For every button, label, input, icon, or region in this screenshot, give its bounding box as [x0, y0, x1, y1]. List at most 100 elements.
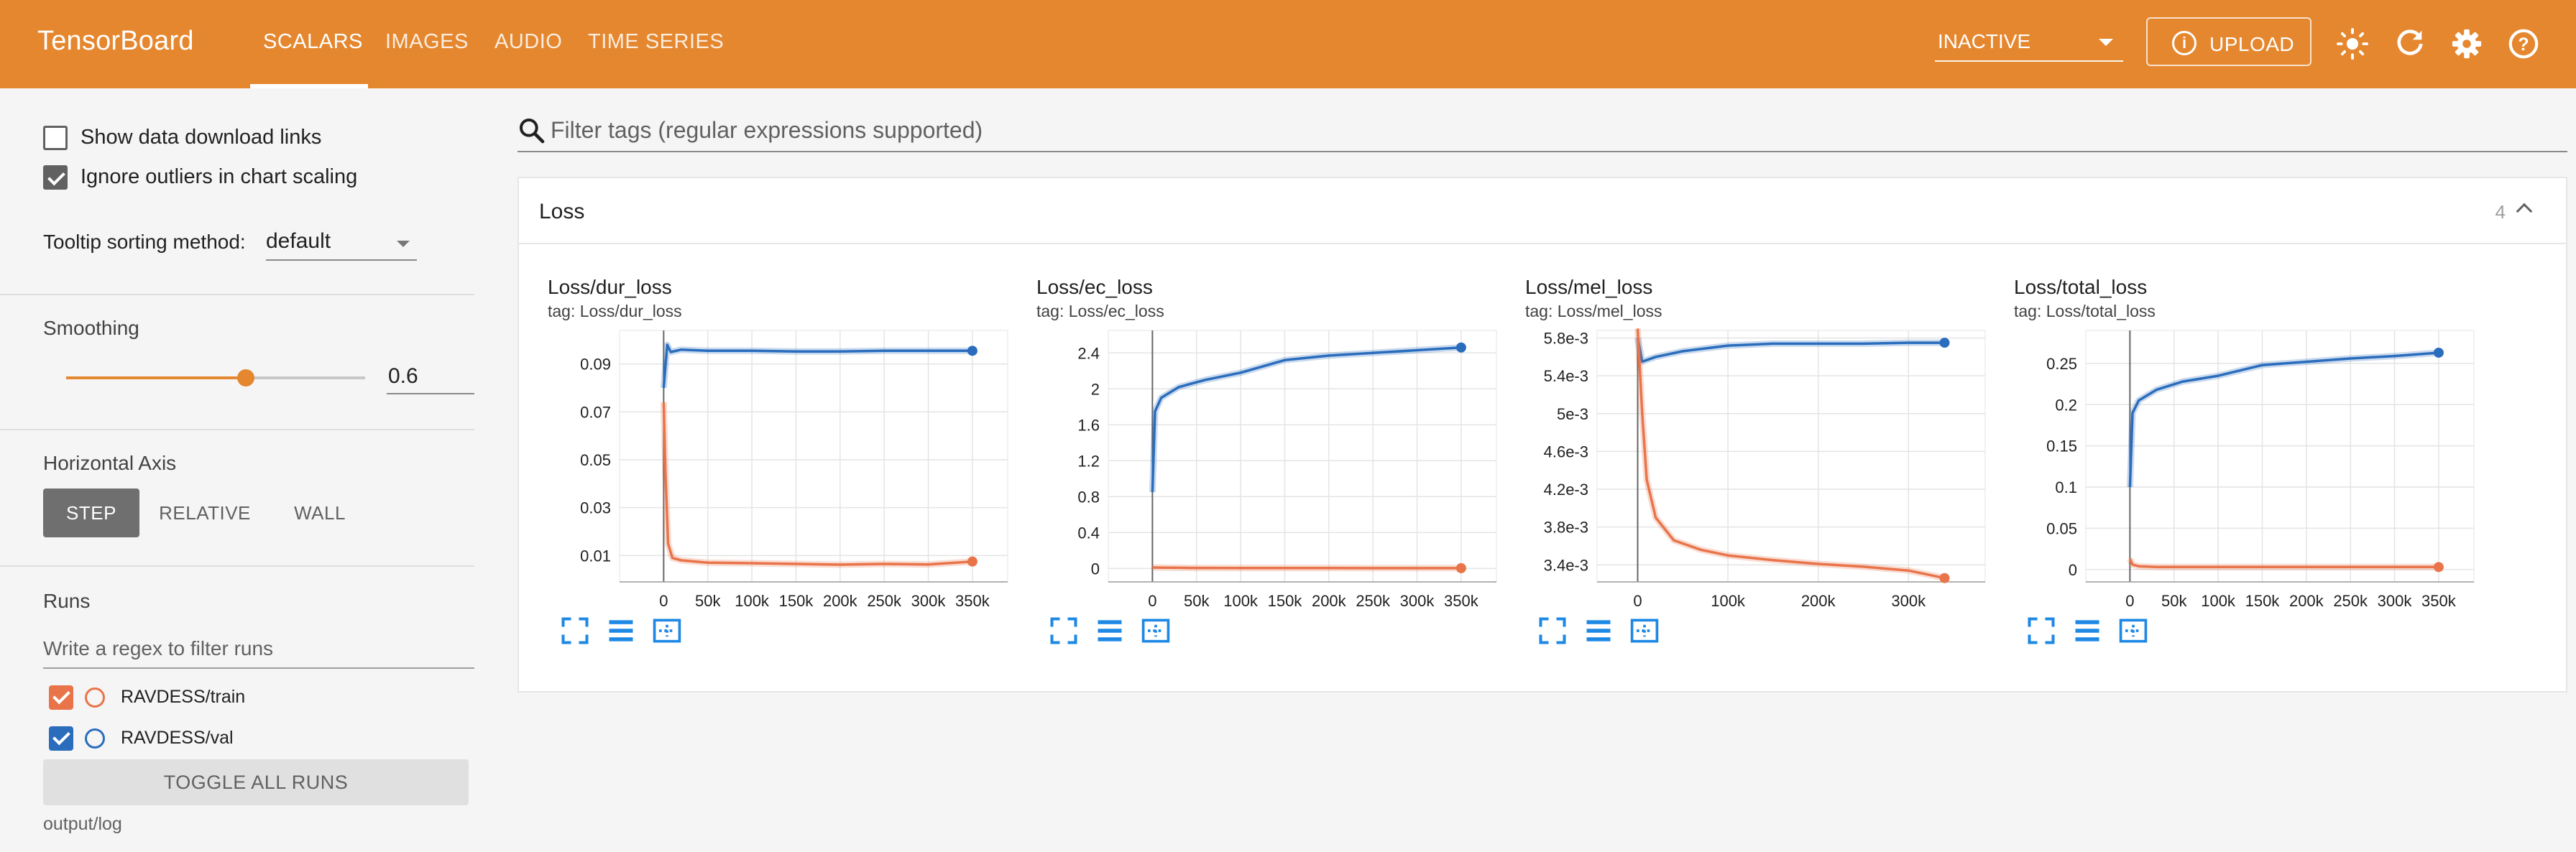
plot-area [1596, 330, 1986, 583]
smoothing-slider-thumb[interactable] [236, 369, 254, 386]
fullscreen-icon[interactable] [1048, 615, 1080, 647]
toggle-all-runs-button[interactable]: TOGGLE ALL RUNS [43, 759, 469, 805]
x-tick-label: 0 [659, 592, 668, 610]
tooltip-sorting-label: Tooltip sorting method: [43, 231, 246, 253]
axis-step-button[interactable]: STEP [43, 488, 139, 537]
fullscreen-icon[interactable] [559, 615, 591, 647]
chart-tag: tag: Loss/ec_loss [1036, 302, 1164, 320]
chart-title: Loss/ec_loss [1036, 276, 1153, 298]
tooltip-sorting-select[interactable]: default [266, 225, 417, 261]
chevron-down-icon [2099, 39, 2113, 46]
chart-plot-mel-loss[interactable]: 0 100k 200k 300k 3.4e-3 3.8e-3 4.2e-3 4.6e-3 5e-… [1525, 328, 2000, 616]
series-end-point [967, 346, 978, 356]
chart-tag: tag: Loss/total_loss [2014, 302, 2156, 320]
chart-card-dur-loss: Loss/dur_loss tag: Loss/dur_loss 0 50k 100… [548, 272, 1022, 674]
x-tick-label: 350k [1444, 592, 1479, 610]
plot-area [1108, 330, 1497, 583]
fit-domain-icon[interactable] [1629, 615, 1660, 647]
divider [0, 429, 474, 430]
ignore-outliers-checkbox[interactable] [43, 165, 68, 190]
chart-card-total-loss: Loss/total_loss tag: Loss/total_loss 0 50… [2014, 272, 2488, 674]
y-tick-label: 0.07 [580, 403, 611, 421]
toggle-log-scale-icon[interactable] [605, 615, 637, 647]
run-checkbox-val[interactable] [49, 726, 73, 751]
y-tick-label: 0.25 [2046, 355, 2077, 373]
refresh-icon[interactable] [2393, 27, 2426, 60]
chart-plot-total-loss[interactable]: 0 50k 100k 150k 200k 250k 300k 350k 0 0.05 0.1 0.15… [2014, 329, 2488, 616]
info-icon: i [2172, 31, 2196, 55]
chart-plot-ec-loss[interactable]: 0 50k 100k 150k 200k 250k 300k 350k 0 0.4 0.8 1.2 1.… [1036, 329, 1511, 616]
run-color-circle-train[interactable] [85, 687, 105, 708]
chart-tag: tag: Loss/dur_loss [548, 302, 682, 320]
sidebar: Show data download links Ignore outliers… [0, 88, 487, 852]
fit-domain-icon[interactable] [2117, 615, 2149, 647]
chart-tag: tag: Loss/mel_loss [1525, 302, 1662, 320]
y-tick-label: 0.8 [1077, 488, 1100, 506]
x-tick-label: 300k [1891, 592, 1926, 610]
chart-title: Loss/total_loss [2014, 276, 2148, 298]
tooltip-sorting-value: default [266, 229, 331, 253]
filter-runs-input[interactable] [43, 631, 474, 660]
x-tick-label: 150k [1268, 592, 1303, 610]
fullscreen-icon[interactable] [2025, 615, 2057, 647]
y-tick-label: 0.2 [2055, 396, 2077, 414]
y-tick-label: 5e-3 [1557, 405, 1588, 423]
toggle-log-scale-icon[interactable] [2071, 615, 2103, 647]
chevron-up-icon[interactable] [2516, 203, 2533, 220]
settings-gear-icon[interactable] [2450, 27, 2483, 60]
axis-wall-button[interactable]: WALL [280, 488, 359, 537]
show-download-links-label: Show data download links [80, 126, 322, 149]
fullscreen-icon[interactable] [1537, 615, 1568, 647]
y-tick-label: 0.03 [580, 499, 611, 517]
tab-audio[interactable]: AUDIO [494, 30, 562, 54]
x-tick-label: 0 [2125, 592, 2134, 610]
smoothing-input[interactable]: 0.6 [387, 357, 474, 394]
upload-button[interactable]: i UPLOAD [2146, 17, 2312, 66]
run-status-select[interactable]: INACTIVE [1935, 20, 2123, 62]
x-tick-label: 300k [1400, 592, 1435, 610]
y-tick-label: 0 [2069, 561, 2077, 579]
divider [0, 565, 474, 567]
show-download-links-checkbox[interactable] [43, 126, 68, 150]
group-title: Loss [539, 200, 585, 223]
smoothing-slider[interactable] [66, 369, 365, 386]
run-checkbox-train[interactable] [49, 685, 73, 710]
tab-images[interactable]: IMAGES [385, 30, 469, 54]
fit-domain-icon[interactable] [1140, 615, 1172, 647]
filter-runs-field [43, 631, 474, 669]
svg-text:?: ? [2518, 34, 2529, 55]
x-tick-label: 200k [1312, 592, 1347, 610]
y-tick-label: 2 [1091, 380, 1100, 398]
x-tick-label: 150k [779, 592, 814, 610]
axis-relative-button[interactable]: RELATIVE [154, 488, 256, 537]
x-tick-label: 150k [2245, 592, 2281, 610]
filter-tags-field [518, 108, 2567, 152]
tab-scalars[interactable]: SCALARS [263, 30, 363, 54]
toggle-log-scale-icon[interactable] [1094, 615, 1126, 647]
x-tick-label: 100k [735, 592, 770, 610]
filter-tags-input[interactable] [551, 114, 2549, 147]
series-end-point [2433, 562, 2444, 573]
theme-brightness-icon[interactable] [2336, 27, 2369, 60]
run-label-val: RAVDESS/val [121, 728, 234, 748]
chart-title: Loss/dur_loss [548, 276, 672, 298]
x-tick-label: 200k [823, 592, 858, 610]
top-toolbar: TensorBoard SCALARS IMAGES AUDIO TIME SE… [0, 0, 2576, 88]
fit-domain-icon[interactable] [651, 615, 683, 647]
divider [0, 294, 474, 295]
run-label-train: RAVDESS/train [121, 687, 246, 707]
plot-area [619, 330, 1008, 583]
help-icon[interactable]: ? [2507, 27, 2540, 60]
x-tick-label: 350k [955, 592, 990, 610]
series-end-point [2433, 347, 2444, 358]
y-tick-label: 0.09 [580, 356, 611, 374]
loss-group-header[interactable]: Loss 4 [519, 178, 2566, 244]
run-color-circle-val[interactable] [85, 728, 105, 749]
x-tick-label: 0 [1633, 592, 1642, 610]
series-end-point [1455, 562, 1466, 573]
series-end-point [1455, 342, 1466, 353]
toggle-log-scale-icon[interactable] [1583, 615, 1614, 647]
y-tick-label: 0.01 [580, 547, 611, 565]
chart-plot-dur-loss[interactable]: 0 50k 100k 150k 200k 250k 300k 350k 0.01 0.03 0.05… [548, 329, 1022, 616]
tab-time-series[interactable]: TIME SERIES [588, 30, 724, 54]
